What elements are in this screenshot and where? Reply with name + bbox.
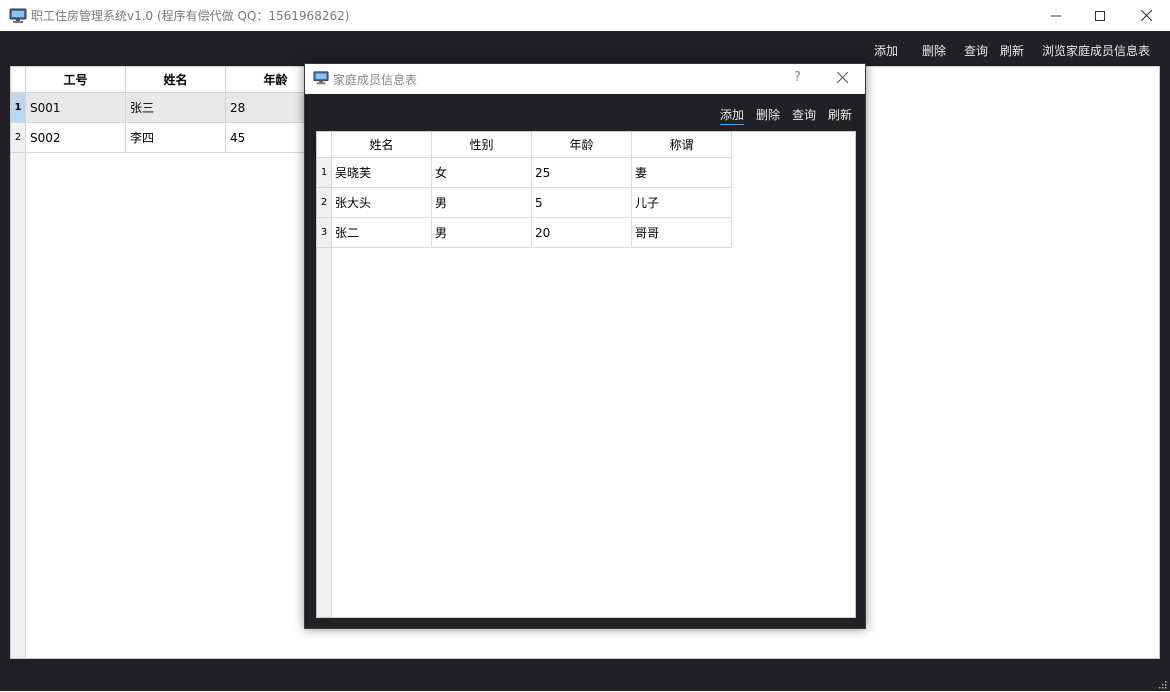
dialog-close-button[interactable]: [836, 71, 849, 86]
dialog-title: 家庭成员信息表: [333, 73, 418, 87]
table-cell[interactable]: 男: [432, 218, 532, 248]
column-header-name[interactable]: 姓名: [332, 132, 432, 158]
refresh-button[interactable]: 刷新: [1000, 42, 1024, 59]
close-button[interactable]: [1123, 0, 1169, 31]
table-cell[interactable]: 张三: [126, 93, 226, 123]
row-header[interactable]: 2: [11, 123, 26, 153]
table-corner[interactable]: [11, 67, 26, 93]
dialog-query-button[interactable]: 查询: [792, 106, 816, 123]
row-header-column: [11, 67, 26, 658]
minimize-icon: [1051, 15, 1061, 16]
row-header[interactable]: 2: [317, 188, 332, 218]
table-cell[interactable]: 哥哥: [632, 218, 732, 248]
family-members-table[interactable]: 姓名 性别 年龄 称谓 1 吴晓芙 女 25 妻 2 张大头 男 5 儿子 3 …: [316, 131, 856, 618]
table-cell[interactable]: S002: [26, 123, 126, 153]
add-button[interactable]: 添加: [874, 42, 898, 59]
column-header-relation[interactable]: 称谓: [632, 132, 732, 158]
table-cell[interactable]: 张大头: [332, 188, 432, 218]
table-cell[interactable]: 25: [532, 158, 632, 188]
column-header-employee-id[interactable]: 工号: [26, 67, 126, 93]
resize-grip-icon[interactable]: [1157, 678, 1167, 689]
window-titlebar[interactable]: 职工住房管理系统v1.0 (程序有偿代做 QQ：1561968262): [0, 0, 1170, 31]
table-cell[interactable]: 吴晓芙: [332, 158, 432, 188]
table-cell[interactable]: 妻: [632, 158, 732, 188]
query-button[interactable]: 查询: [964, 42, 988, 59]
row-header[interactable]: 3: [317, 218, 332, 248]
column-header-name[interactable]: 姓名: [126, 67, 226, 93]
table-cell[interactable]: 张二: [332, 218, 432, 248]
close-icon: [836, 71, 849, 84]
dialog-add-button[interactable]: 添加: [720, 106, 745, 125]
maximize-button[interactable]: [1077, 0, 1123, 31]
help-button[interactable]: ?: [794, 70, 801, 85]
row-header[interactable]: 1: [317, 158, 332, 188]
column-header-gender[interactable]: 性别: [432, 132, 532, 158]
monitor-icon: [9, 8, 27, 24]
table-cell[interactable]: 男: [432, 188, 532, 218]
family-members-dialog[interactable]: 家庭成员信息表 ? 添加 删除 查询 刷新 姓名 性别 年龄 称谓 1 吴晓芙 …: [304, 63, 866, 629]
dialog-refresh-button[interactable]: 刷新: [828, 106, 852, 123]
table-cell[interactable]: 李四: [126, 123, 226, 153]
table-cell[interactable]: S001: [26, 93, 126, 123]
table-corner[interactable]: [317, 132, 332, 158]
window-title: 职工住房管理系统v1.0 (程序有偿代做 QQ：1561968262): [31, 9, 350, 23]
table-cell[interactable]: 儿子: [632, 188, 732, 218]
row-header[interactable]: 1: [11, 93, 26, 123]
dialog-titlebar[interactable]: 家庭成员信息表 ?: [305, 64, 865, 94]
dialog-delete-button[interactable]: 删除: [756, 106, 780, 123]
browse-family-button[interactable]: 浏览家庭成员信息表: [1042, 42, 1150, 59]
table-cell[interactable]: 女: [432, 158, 532, 188]
column-header-age[interactable]: 年龄: [532, 132, 632, 158]
table-cell[interactable]: 20: [532, 218, 632, 248]
close-icon: [1140, 10, 1152, 21]
maximize-icon: [1095, 10, 1105, 21]
monitor-icon: [313, 70, 329, 86]
delete-button[interactable]: 删除: [922, 42, 946, 59]
minimize-button[interactable]: [1033, 0, 1079, 31]
table-cell[interactable]: 5: [532, 188, 632, 218]
